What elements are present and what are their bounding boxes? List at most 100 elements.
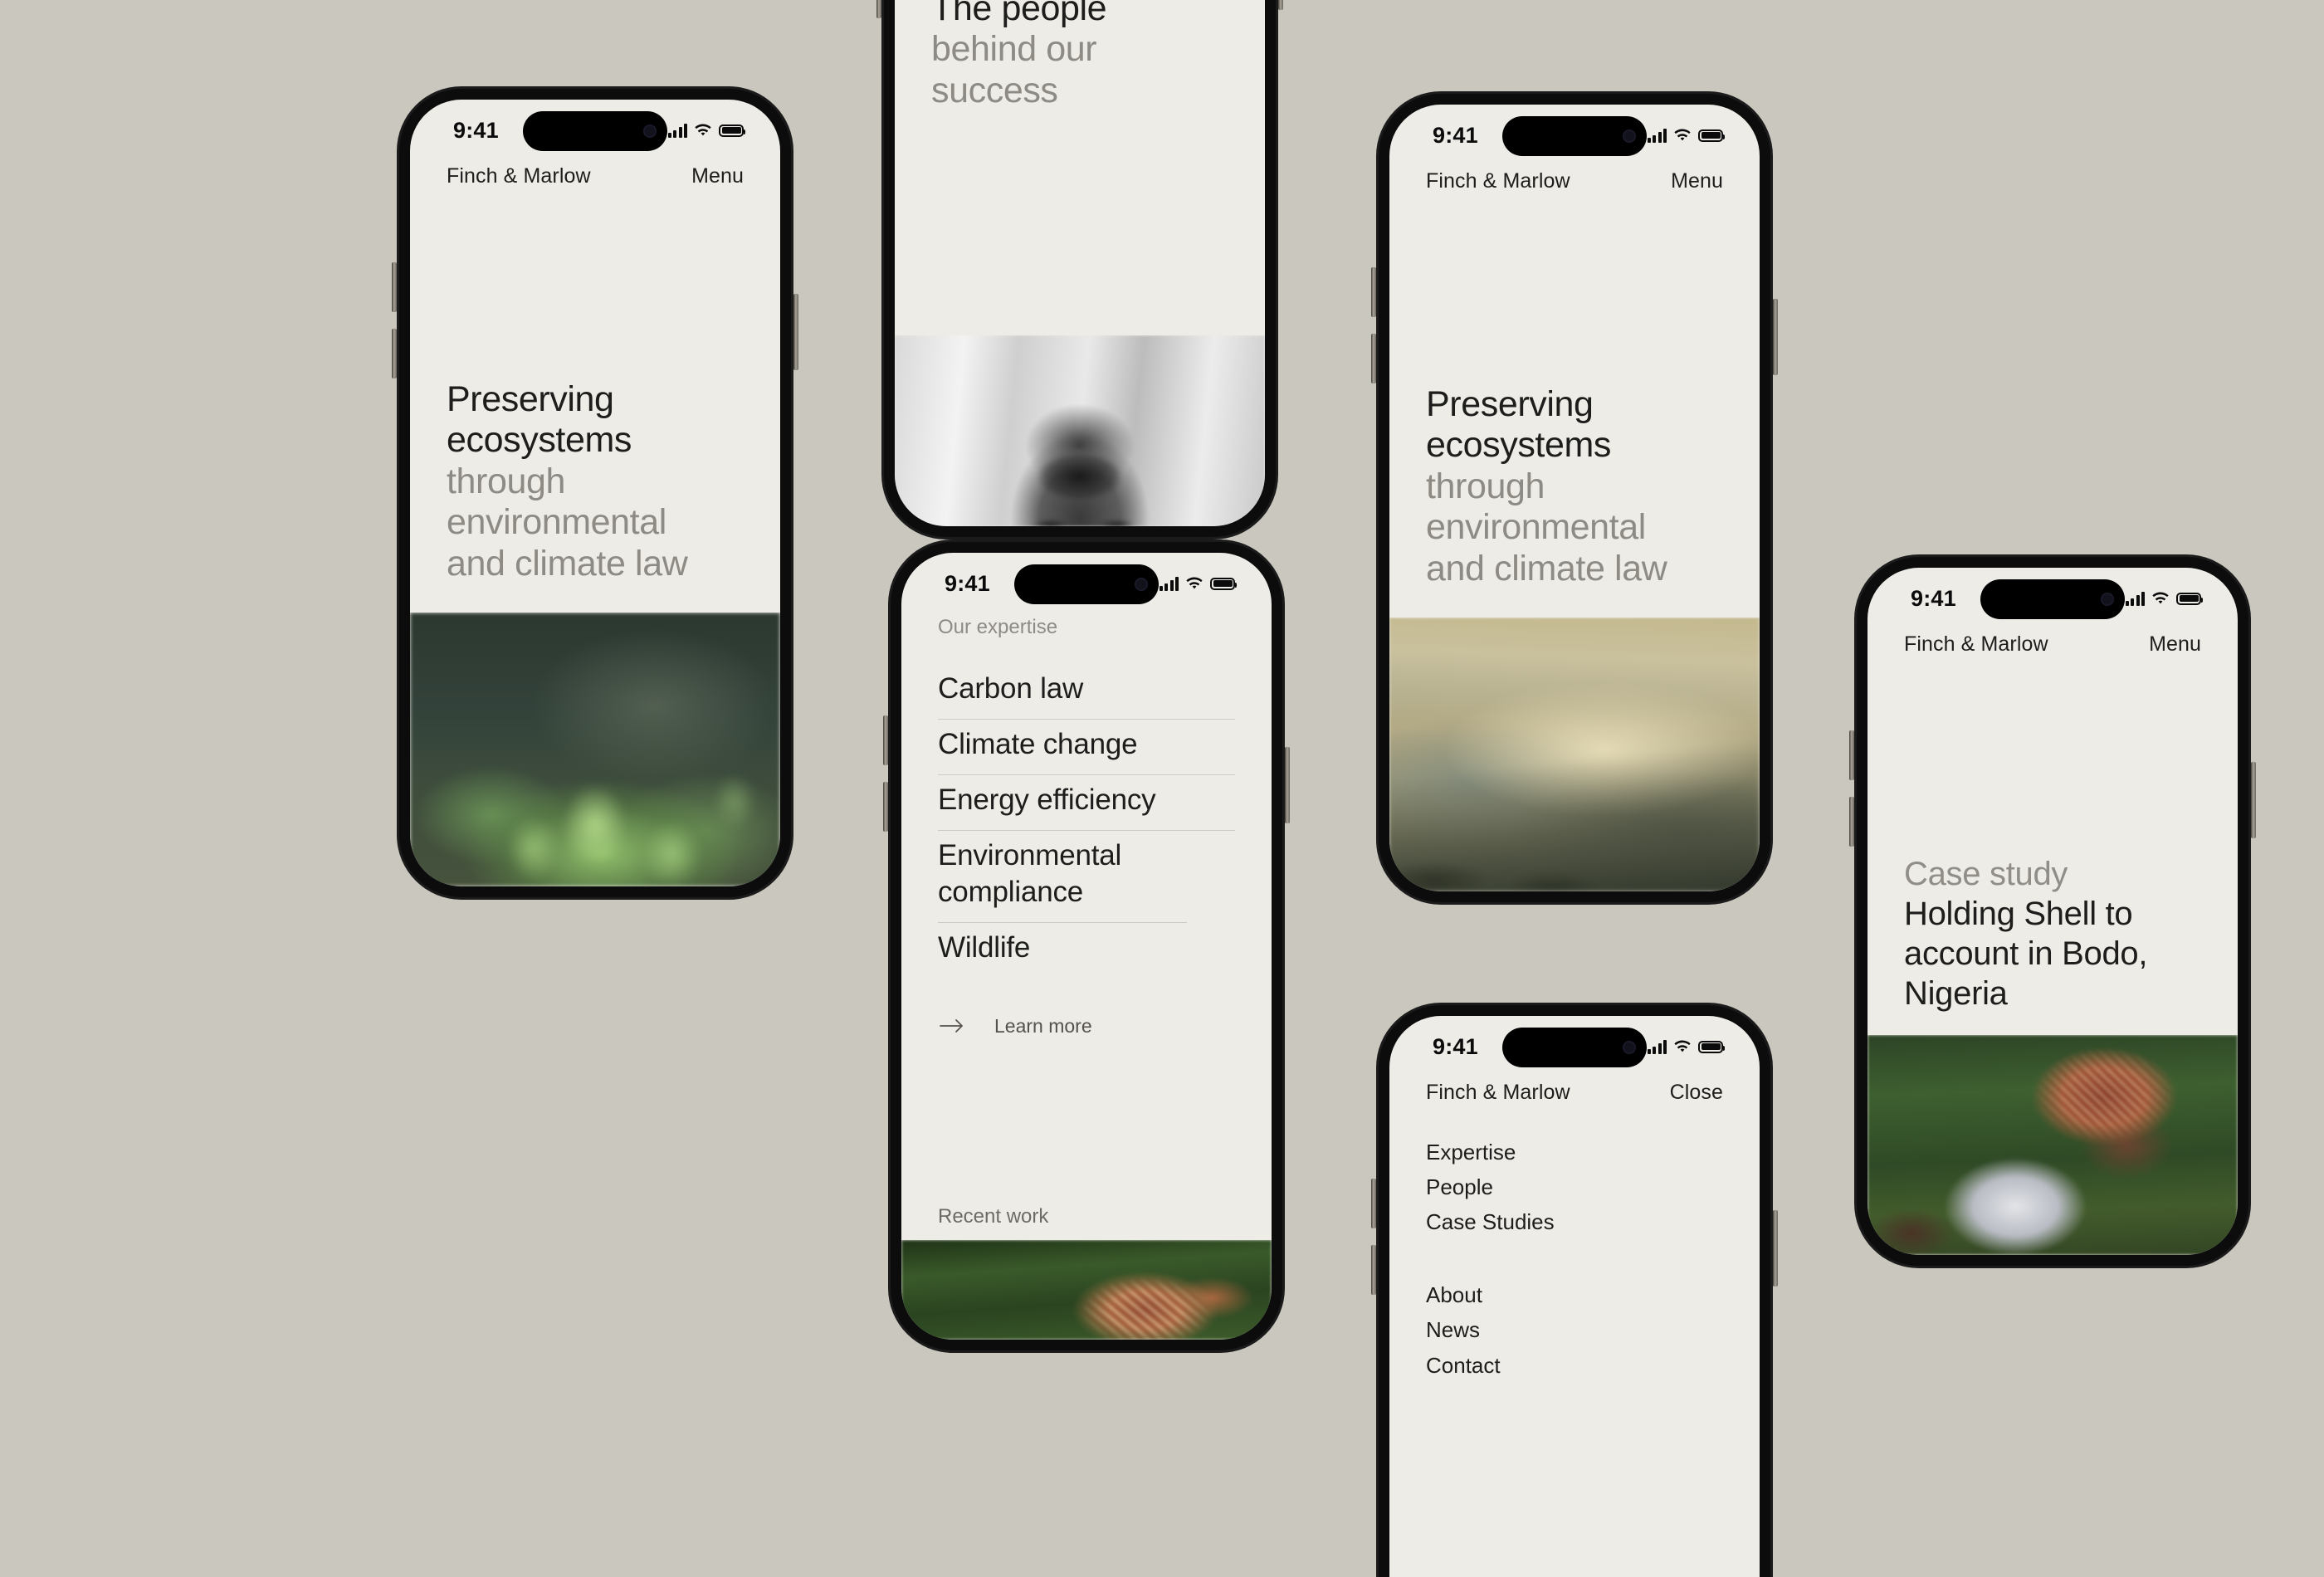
list-item[interactable]: Climate change <box>938 720 1235 776</box>
list-item[interactable]: Wildlife <box>938 923 1235 978</box>
status-bar: 9:41 <box>1868 568 2238 619</box>
people-copy: The people behind our success <box>895 0 1265 111</box>
cellular-signal-icon <box>2125 591 2145 606</box>
volume-down-button[interactable] <box>883 782 888 832</box>
menu-item-about[interactable]: About <box>1426 1277 1723 1312</box>
volume-down-button[interactable] <box>1371 334 1376 383</box>
status-clock: 9:41 <box>945 570 990 596</box>
recent-work-heading: Recent work <box>938 1205 1049 1228</box>
hero-copy: Preserving ecosystems through environmen… <box>410 379 780 613</box>
dynamic-island <box>1980 579 2125 619</box>
cellular-signal-icon <box>1159 576 1179 591</box>
power-button[interactable] <box>2251 762 2256 838</box>
menu-overlay: Finch & Marlow Close Expertise People Ca… <box>1389 1067 1760 1577</box>
wifi-icon <box>2152 592 2169 603</box>
brand-wordmark[interactable]: Finch & Marlow <box>1904 632 2048 657</box>
brand-wordmark[interactable]: Finch & Marlow <box>1426 1081 1570 1105</box>
hero-spacer <box>895 111 1265 335</box>
close-button[interactable]: Close <box>1670 1081 1723 1105</box>
people-subhead: behind our success <box>931 29 1097 110</box>
case-study-title-line-2: account in Bodo, <box>1904 935 2148 972</box>
learn-more-label: Learn more <box>994 1014 1092 1037</box>
volume-up-button[interactable] <box>1371 1179 1376 1228</box>
page-title: Preserving ecosystems through environmen… <box>447 379 747 584</box>
phone-mockup-case-study: 9:41 Finch & Marlow Menu Case study Hold… <box>1849 550 2256 1272</box>
brand-wordmark[interactable]: Finch & Marlow <box>447 164 591 188</box>
list-item[interactable]: Environmental compliance <box>938 831 1187 924</box>
recent-work-image[interactable] <box>901 1240 1272 1340</box>
status-bar: 9:41 <box>1389 105 1760 156</box>
list-item[interactable]: Energy efficiency <box>938 775 1235 832</box>
hero-image-portrait <box>895 335 1265 526</box>
status-bar: 9:41 <box>410 100 780 151</box>
brand-wordmark[interactable]: Finch & Marlow <box>1426 169 1570 193</box>
menu-item-contact[interactable]: Contact <box>1426 1348 1723 1383</box>
hero-spacer <box>1868 657 2238 854</box>
hero-subhead-line-1: through environmental <box>1426 466 1646 548</box>
power-button[interactable] <box>1278 0 1283 10</box>
front-camera-icon <box>2101 593 2114 606</box>
power-button[interactable] <box>793 294 798 370</box>
power-button[interactable] <box>1773 299 1778 375</box>
status-clock: 9:41 <box>1911 585 1956 611</box>
dynamic-island <box>1502 1028 1647 1067</box>
volume-up-button[interactable] <box>1849 730 1854 780</box>
cellular-signal-icon <box>1647 128 1667 143</box>
volume-down-button[interactable] <box>1849 797 1854 847</box>
hero-section: Finch & Marlow Menu Case study Holding S… <box>1868 619 2238 1255</box>
site-nav: Finch & Marlow Close <box>1389 1067 1760 1105</box>
case-study-kicker: Case study <box>1904 856 2068 892</box>
menu-button[interactable]: Menu <box>1671 169 1723 193</box>
front-camera-icon <box>1623 1041 1636 1054</box>
phone-mockup-expertise-frame: 9:41 Our expertise Carbon law Climate ch… <box>883 535 1290 1357</box>
menu-group-primary: Expertise People Case Studies <box>1426 1135 1723 1239</box>
cellular-signal-icon <box>667 123 687 138</box>
phone-mockup-home-forest: 9:41 Finch & Marlow Menu Preserving ecos… <box>392 82 798 904</box>
menu-links: Expertise People Case Studies About News… <box>1389 1105 1760 1577</box>
phone-screen: 9:41 Our expertise Carbon law Climate ch… <box>901 553 1272 1340</box>
volume-up-button[interactable] <box>1371 267 1376 317</box>
wifi-icon <box>1186 577 1203 588</box>
power-button[interactable] <box>1773 1210 1778 1286</box>
list-item[interactable]: Carbon law <box>938 664 1235 720</box>
status-clock: 9:41 <box>453 117 499 143</box>
volume-down-button[interactable] <box>876 0 881 18</box>
menu-item-people[interactable]: People <box>1426 1169 1723 1204</box>
hero-subhead-line-2: and climate law <box>447 543 688 583</box>
volume-up-button[interactable] <box>883 715 888 765</box>
menu-button[interactable]: Menu <box>2149 632 2201 657</box>
people-headline: The people <box>931 0 1107 28</box>
hero-section: Finch & Marlow Menu Preserving ecosystem… <box>410 151 780 886</box>
menu-item-expertise[interactable]: Expertise <box>1426 1135 1723 1169</box>
wifi-icon <box>695 124 711 135</box>
status-clock: 9:41 <box>1433 122 1478 148</box>
case-study-copy: Case study Holding Shell to account in B… <box>1868 854 2238 1035</box>
hero-section: The people behind our success <box>895 0 1265 526</box>
arrow-right-icon <box>940 1019 963 1033</box>
site-nav: Finch & Marlow Menu <box>1868 619 2238 657</box>
site-nav: Finch & Marlow Menu <box>1389 156 1760 193</box>
menu-item-case-studies[interactable]: Case Studies <box>1426 1204 1723 1239</box>
volume-down-button[interactable] <box>1371 1245 1376 1295</box>
menu-button[interactable]: Menu <box>691 164 744 188</box>
mockup-canvas: 9:41 Finch & Marlow Menu Preserving ecos… <box>0 0 2324 1577</box>
cellular-signal-icon <box>1647 1039 1667 1054</box>
expertise-list: Carbon law Climate change Energy efficie… <box>901 664 1272 979</box>
front-camera-icon <box>1135 578 1148 591</box>
dynamic-island <box>523 111 667 151</box>
battery-icon <box>1210 577 1237 590</box>
status-bar: 9:41 <box>901 553 1272 604</box>
section-eyebrow: Our expertise <box>938 616 1058 638</box>
learn-more-link[interactable]: Learn more <box>901 979 1272 1038</box>
hero-headline: Preserving ecosystems <box>1426 383 1612 466</box>
hero-image-forest <box>410 613 780 886</box>
volume-down-button[interactable] <box>392 329 397 378</box>
case-study-title-line-3: Nigeria <box>1904 975 2008 1012</box>
menu-group-secondary: About News Contact <box>1426 1277 1723 1382</box>
menu-item-news[interactable]: News <box>1426 1312 1723 1347</box>
front-camera-icon <box>1623 129 1636 143</box>
power-button[interactable] <box>1285 747 1290 823</box>
volume-up-button[interactable] <box>392 262 397 312</box>
phone-screen: 9:41 Finch & Marlow Menu Preserving ecos… <box>1389 105 1760 891</box>
